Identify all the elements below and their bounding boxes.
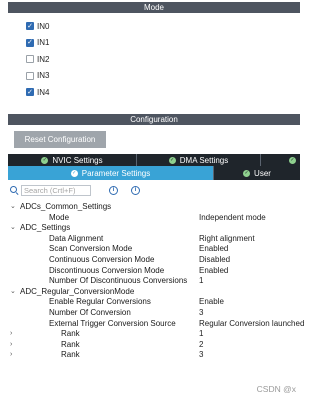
param-name: External Trigger Conversion Source [49, 318, 176, 328]
channel-row-in0[interactable]: ✓ IN0 [26, 18, 49, 35]
tree-rank-2[interactable]: › Rank 2 [0, 340, 300, 351]
tree-group-adcs-common-settings[interactable]: ⌄ ADCs_Common_Settings [0, 202, 300, 213]
tree-row[interactable]: External Trigger Conversion Source Regul… [0, 318, 304, 330]
tree-row[interactable]: Enable Regular Conversions Enable [0, 297, 300, 308]
search-bar [10, 185, 91, 196]
channel-row-in3[interactable]: IN3 [26, 68, 49, 85]
in3-label: IN3 [37, 71, 50, 81]
tab-label: Parameter Settings [81, 168, 151, 178]
chevron-right-icon[interactable]: › [10, 329, 18, 340]
tree-row[interactable]: Mode Independent mode [0, 213, 300, 224]
tree-row[interactable]: Discontinuous Conversion Mode Enabled [0, 266, 300, 277]
param-name: Rank [61, 339, 80, 349]
in0-label: IN0 [37, 21, 50, 31]
tree-rank-1[interactable]: › Rank 1 [0, 329, 300, 340]
param-name: Mode [49, 212, 70, 222]
param-name: Enable Regular Conversions [49, 297, 151, 307]
in2-checkbox[interactable] [26, 55, 34, 64]
channel-row-in2[interactable]: IN2 [26, 51, 49, 68]
tab-label: DMA Settings [179, 155, 229, 165]
tree-row[interactable]: Number Of Discontinuous Conversions 1 [0, 276, 300, 287]
check-circle-icon: ✓ [168, 156, 176, 164]
chevron-down-icon[interactable]: ⌄ [10, 287, 18, 298]
check-circle-icon: ✓ [289, 156, 296, 164]
configuration-header: Configuration [8, 114, 300, 125]
watermark: CSDN @x [256, 384, 296, 394]
param-value[interactable]: Right alignment [199, 234, 255, 245]
tab-nvic-settings[interactable]: ✓ NVIC Settings [8, 154, 137, 166]
tab-dma-settings[interactable]: ✓ DMA Settings [137, 154, 261, 166]
tree-rank-3[interactable]: › Rank 3 [0, 350, 300, 361]
param-value[interactable]: 2 [199, 340, 203, 351]
channel-row-in1[interactable]: ✓ IN1 [26, 35, 49, 52]
param-name: Discontinuous Conversion Mode [49, 265, 165, 275]
search-icon [10, 186, 19, 195]
param-name: ADCs_Common_Settings [20, 202, 112, 211]
channel-list: ✓ IN0 ✓ IN1 IN2 IN3 ✓ IN4 [26, 18, 49, 101]
channel-row-in4[interactable]: ✓ IN4 [26, 84, 49, 101]
param-value[interactable]: 1 [199, 329, 203, 340]
in1-label: IN1 [37, 38, 50, 48]
tab-bar-bottom: ✓ Parameter Settings ✓ User [8, 166, 300, 180]
param-value[interactable]: Disabled [199, 255, 230, 266]
param-name: Scan Conversion Mode [49, 244, 133, 254]
check-circle-icon: ✓ [41, 156, 49, 164]
param-name: ADC_Settings [20, 223, 71, 233]
param-name: Continuous Conversion Mode [49, 254, 155, 264]
param-value[interactable]: Enabled [199, 244, 228, 255]
in3-checkbox[interactable] [26, 71, 34, 80]
param-value[interactable]: 3 [199, 350, 203, 361]
param-name: Rank [61, 350, 80, 360]
param-value[interactable]: Independent mode [199, 213, 266, 224]
param-value[interactable]: 3 [199, 308, 203, 319]
tab-parameter-settings[interactable]: ✓ Parameter Settings [8, 166, 214, 180]
param-name: Data Alignment [49, 233, 104, 243]
param-name: ADC_Regular_ConversionMode [20, 286, 135, 296]
tab-user-constants[interactable]: ✓ User [214, 166, 300, 180]
search-next-icon[interactable]: i [131, 186, 140, 195]
parameter-tree: ⌄ ADCs_Common_Settings Mode Independent … [0, 202, 304, 361]
tab-bar-top: ✓ NVIC Settings ✓ DMA Settings ✓ [8, 154, 300, 166]
search-previous-icon[interactable]: i [109, 186, 118, 195]
tree-group-adc-settings[interactable]: ⌄ ADC_Settings [0, 223, 300, 234]
param-name: Rank [61, 329, 80, 339]
search-input[interactable] [21, 185, 91, 196]
check-circle-icon: ✓ [70, 169, 78, 177]
tab-label: NVIC Settings [52, 155, 103, 165]
param-name: Number Of Discontinuous Conversions [49, 276, 188, 286]
chevron-down-icon[interactable]: ⌄ [10, 202, 18, 213]
in4-checkbox[interactable]: ✓ [26, 88, 34, 97]
tree-row[interactable]: Data Alignment Right alignment [0, 234, 300, 245]
chevron-down-icon[interactable]: ⌄ [10, 223, 18, 234]
tree-group-adc-regular-conversionmode[interactable]: ⌄ ADC_Regular_ConversionMode [0, 287, 300, 298]
mode-header: Mode [8, 2, 300, 13]
tab-overflow[interactable]: ✓ [261, 154, 300, 166]
in1-checkbox[interactable]: ✓ [26, 38, 34, 47]
in0-checkbox[interactable]: ✓ [26, 22, 34, 31]
param-value[interactable]: 1 [199, 276, 203, 287]
chevron-right-icon[interactable]: › [10, 350, 18, 361]
tab-label: User [254, 168, 271, 178]
tree-row[interactable]: Number Of Conversion 3 [0, 308, 300, 319]
check-circle-icon: ✓ [243, 169, 251, 177]
param-value[interactable]: Regular Conversion launched [199, 319, 304, 330]
tree-row[interactable]: Scan Conversion Mode Enabled [0, 244, 300, 255]
tree-row[interactable]: Continuous Conversion Mode Disabled [0, 255, 300, 266]
reset-configuration-button[interactable]: Reset Configuration [14, 131, 106, 148]
chevron-right-icon[interactable]: › [10, 340, 18, 351]
in2-label: IN2 [37, 54, 50, 64]
param-name: Number Of Conversion [49, 307, 131, 317]
in4-label: IN4 [37, 87, 50, 97]
param-value[interactable]: Enabled [199, 266, 228, 277]
param-value[interactable]: Enable [199, 297, 224, 308]
